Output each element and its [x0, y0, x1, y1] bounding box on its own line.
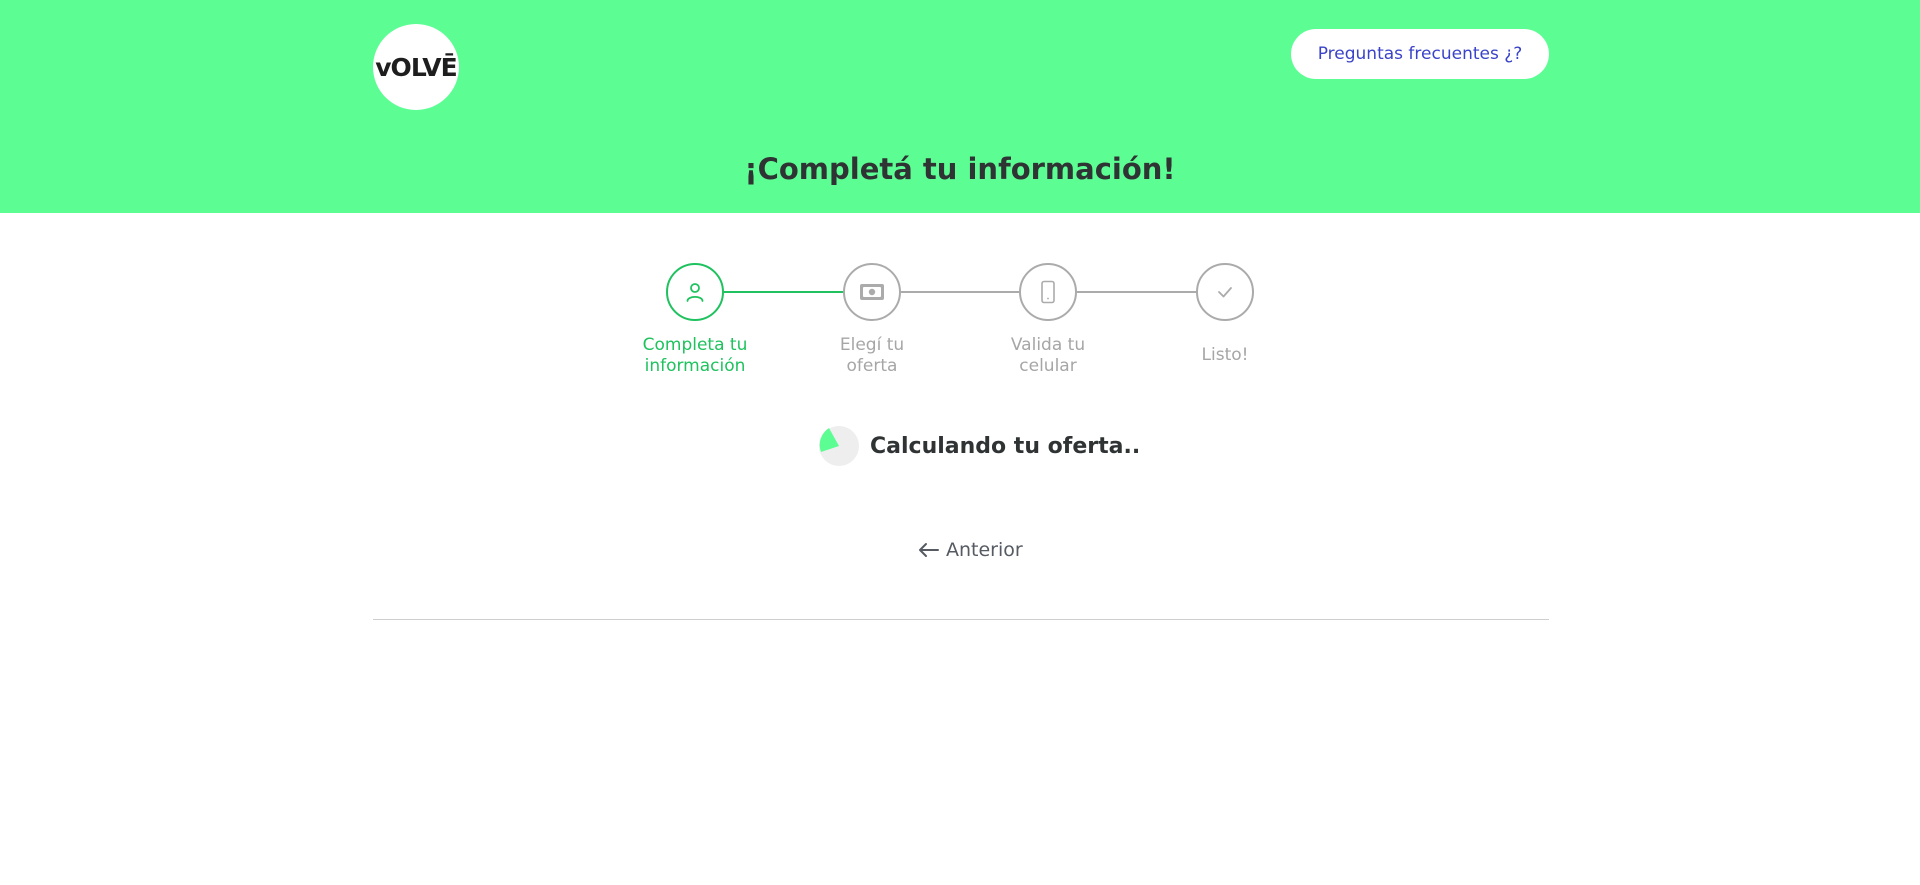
- step-connector-3: [1077, 291, 1197, 293]
- spinner-icon: [819, 426, 859, 466]
- page-title: ¡Completá tu información!: [744, 152, 1176, 186]
- step-circle-done: [1196, 263, 1254, 321]
- arrow-left-icon: [919, 543, 939, 557]
- step-label-offer: Elegí tu oferta: [839, 335, 905, 376]
- progress-stepper: Completa tu información Elegí tu oferta …: [0, 263, 1920, 383]
- faq-button[interactable]: Preguntas frecuentes ¿?: [1291, 29, 1549, 79]
- user-icon: [686, 283, 704, 302]
- divider: [373, 619, 1549, 620]
- loading-text: Calculando tu oferta..: [870, 433, 1141, 459]
- step-label-done: Listo!: [1201, 345, 1249, 365]
- check-icon: [1218, 287, 1232, 298]
- header-banner: vOLVĒ Preguntas frecuentes ¿? ¡Completá …: [0, 0, 1920, 213]
- step-connector-2: [900, 291, 1020, 293]
- step-label-phone: Valida tu celular: [1010, 335, 1086, 376]
- brand-logo[interactable]: vOLVĒ: [373, 24, 459, 110]
- step-label-info: Completa tu información: [642, 335, 748, 376]
- money-icon: [860, 284, 884, 300]
- previous-label: Anterior: [946, 539, 1023, 561]
- loading-indicator: Calculando tu oferta..: [818, 425, 1140, 467]
- logo-text: vOLVĒ: [375, 52, 457, 82]
- step-connector-1: [724, 291, 844, 293]
- previous-button[interactable]: Anterior: [918, 535, 1023, 565]
- step-circle-phone: [1019, 263, 1077, 321]
- phone-icon: [1041, 280, 1055, 304]
- step-circle-info: [666, 263, 724, 321]
- step-circle-offer: [843, 263, 901, 321]
